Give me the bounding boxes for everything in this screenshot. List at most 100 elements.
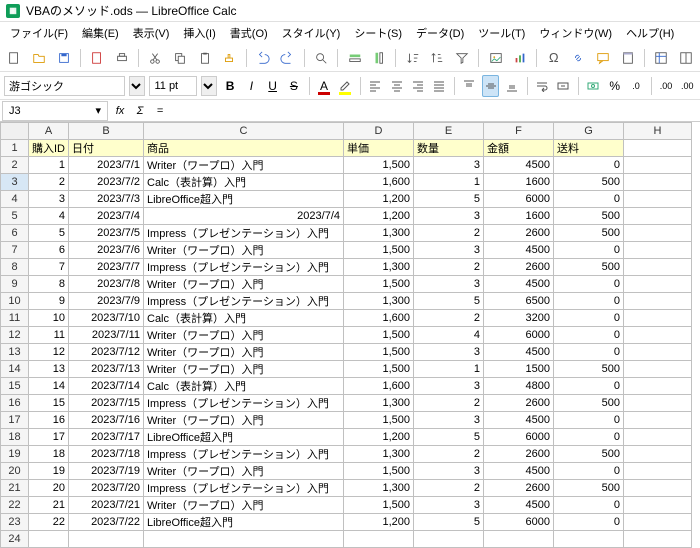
cell[interactable]	[624, 463, 692, 480]
dec-dec-button[interactable]: .00	[679, 75, 696, 97]
cell[interactable]: 500	[554, 480, 624, 497]
cell[interactable]: 1,500	[344, 361, 414, 378]
cell[interactable]: 4	[414, 327, 484, 344]
cell[interactable]	[624, 327, 692, 344]
menu-item[interactable]: シート(S)	[348, 23, 408, 43]
cell[interactable]: 500	[554, 225, 624, 242]
cell[interactable]: LibreOffice超入門	[144, 429, 344, 446]
menu-item[interactable]: スタイル(Y)	[276, 23, 347, 43]
col-header[interactable]: D	[344, 123, 414, 140]
row-header[interactable]: 4	[1, 191, 29, 208]
row-header[interactable]: 14	[1, 361, 29, 378]
sort-desc-icon[interactable]	[427, 47, 448, 69]
cell[interactable]: Writer（ワープロ）入門	[144, 157, 344, 174]
cell[interactable]: 1,300	[344, 225, 414, 242]
cell[interactable]	[624, 429, 692, 446]
cell[interactable]: 3	[414, 497, 484, 514]
number-button[interactable]: .0	[627, 75, 644, 97]
row-header[interactable]: 9	[1, 276, 29, 293]
row-header[interactable]: 1	[1, 140, 29, 157]
header-cell[interactable]: 数量	[414, 140, 484, 157]
cell[interactable]: Writer（ワープロ）入門	[144, 242, 344, 259]
row-header[interactable]: 8	[1, 259, 29, 276]
cell[interactable]: 2	[414, 225, 484, 242]
row-header[interactable]: 15	[1, 378, 29, 395]
filter-icon[interactable]	[452, 47, 473, 69]
col-header[interactable]: F	[484, 123, 554, 140]
formula-input[interactable]	[170, 101, 700, 121]
freeze-icon[interactable]	[651, 47, 672, 69]
cell[interactable]: 0	[554, 463, 624, 480]
row-header[interactable]: 3	[1, 174, 29, 191]
row-header[interactable]: 24	[1, 531, 29, 548]
cell[interactable]: 3	[414, 157, 484, 174]
cell[interactable]: 6	[29, 242, 69, 259]
cell[interactable]: 4500	[484, 276, 554, 293]
hyperlink-icon[interactable]	[568, 47, 589, 69]
cell[interactable]: 12	[29, 344, 69, 361]
cell[interactable]: 500	[554, 259, 624, 276]
cell[interactable]: 8	[29, 276, 69, 293]
cell[interactable]: 1,200	[344, 429, 414, 446]
cell[interactable]: 5	[414, 191, 484, 208]
cell[interactable]: 2023/7/13	[69, 361, 144, 378]
font-size-input[interactable]	[149, 76, 197, 96]
cell[interactable]: 6500	[484, 293, 554, 310]
cell[interactable]: 2600	[484, 259, 554, 276]
cell[interactable]	[344, 531, 414, 548]
cell[interactable]: 0	[554, 310, 624, 327]
select-all-corner[interactable]	[1, 123, 29, 140]
cell[interactable]: 2023/7/18	[69, 446, 144, 463]
dec-inc-button[interactable]: .00	[657, 75, 674, 97]
cell[interactable]: 2	[414, 259, 484, 276]
cell[interactable]: 3	[414, 242, 484, 259]
cell[interactable]: 1,500	[344, 242, 414, 259]
cell[interactable]: 0	[554, 242, 624, 259]
row-header[interactable]: 20	[1, 463, 29, 480]
cell[interactable]: 1,600	[344, 174, 414, 191]
cell[interactable]: 1600	[484, 208, 554, 225]
row-header[interactable]: 7	[1, 242, 29, 259]
cell[interactable]: 19	[29, 463, 69, 480]
cell[interactable]: 18	[29, 446, 69, 463]
percent-button[interactable]: %	[606, 75, 623, 97]
cell[interactable]: 500	[554, 208, 624, 225]
row-header[interactable]: 6	[1, 225, 29, 242]
cell[interactable]	[624, 497, 692, 514]
cell[interactable]	[624, 310, 692, 327]
cell[interactable]: 2023/7/12	[69, 344, 144, 361]
cell[interactable]: Impress（プレゼンテーション）入門	[144, 259, 344, 276]
highlight-button[interactable]	[337, 75, 354, 97]
cell[interactable]	[624, 293, 692, 310]
cell[interactable]: 2	[414, 480, 484, 497]
header-cell[interactable]: 商品	[144, 140, 344, 157]
header-cell[interactable]: 購入ID	[29, 140, 69, 157]
col-header[interactable]: E	[414, 123, 484, 140]
valign-top-button[interactable]	[460, 75, 477, 97]
align-left-button[interactable]	[367, 75, 384, 97]
row-header[interactable]: 11	[1, 310, 29, 327]
sigma-icon[interactable]: Σ	[130, 105, 150, 117]
cell[interactable]: 1,500	[344, 157, 414, 174]
cell[interactable]: 20	[29, 480, 69, 497]
row-header[interactable]: 17	[1, 412, 29, 429]
cell[interactable]	[624, 531, 692, 548]
cell[interactable]: Impress（プレゼンテーション）入門	[144, 446, 344, 463]
cell[interactable]: 10	[29, 310, 69, 327]
pdf-icon[interactable]	[87, 47, 108, 69]
cell[interactable]	[624, 208, 692, 225]
copy-icon[interactable]	[170, 47, 191, 69]
cell[interactable]: 6000	[484, 514, 554, 531]
size-dropdown[interactable]	[201, 76, 217, 96]
cell[interactable]	[624, 225, 692, 242]
cell[interactable]: 0	[554, 191, 624, 208]
cell[interactable]: Calc（表計算）入門	[144, 378, 344, 395]
cell[interactable]: 3	[414, 378, 484, 395]
row-header[interactable]: 12	[1, 327, 29, 344]
cell[interactable]: Writer（ワープロ）入門	[144, 276, 344, 293]
cell[interactable]: 1,500	[344, 497, 414, 514]
cell[interactable]	[624, 140, 692, 157]
cell[interactable]: 13	[29, 361, 69, 378]
open-icon[interactable]	[29, 47, 50, 69]
cell[interactable]: 1,200	[344, 514, 414, 531]
